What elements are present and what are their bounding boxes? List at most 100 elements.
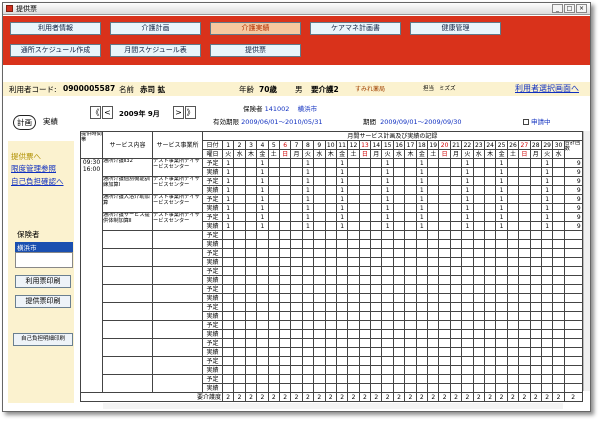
- day-cell[interactable]: [392, 365, 406, 375]
- day-cell[interactable]: [381, 374, 394, 384]
- day-cell[interactable]: [221, 257, 235, 267]
- day-cell[interactable]: [313, 185, 326, 195]
- day-cell[interactable]: [335, 275, 349, 285]
- day-cell[interactable]: [449, 374, 463, 384]
- menu-health[interactable]: 健康管理: [410, 22, 501, 35]
- day-cell[interactable]: [552, 320, 565, 330]
- day-cell[interactable]: [358, 338, 372, 348]
- day-cell[interactable]: [540, 275, 554, 285]
- day-cell[interactable]: 1: [461, 221, 474, 231]
- day-cell[interactable]: [540, 383, 554, 393]
- day-cell[interactable]: [495, 257, 508, 267]
- day-cell[interactable]: 1: [461, 203, 474, 213]
- day-cell[interactable]: [495, 383, 508, 393]
- day-cell[interactable]: [358, 257, 372, 267]
- day-cell[interactable]: [335, 302, 349, 312]
- day-cell[interactable]: [506, 284, 520, 294]
- provider-cell[interactable]: テスト事業所デイサービスセンター: [152, 176, 203, 195]
- day-cell[interactable]: [313, 266, 326, 276]
- day-cell[interactable]: [244, 275, 258, 285]
- insurer-select[interactable]: 横浜市: [15, 242, 73, 252]
- day-cell[interactable]: [404, 383, 417, 393]
- day-cell[interactable]: [221, 311, 235, 321]
- day-cell[interactable]: [244, 221, 258, 231]
- day-cell[interactable]: [233, 383, 246, 393]
- day-cell[interactable]: 1: [335, 185, 349, 195]
- day-cell[interactable]: [427, 176, 440, 186]
- menu-care-plan[interactable]: 介護計画: [110, 22, 201, 35]
- day-cell[interactable]: [267, 365, 280, 375]
- day-cell[interactable]: [404, 185, 417, 195]
- day-cell[interactable]: [335, 374, 349, 384]
- day-cell[interactable]: [472, 347, 486, 357]
- day-cell[interactable]: [278, 275, 292, 285]
- day-cell[interactable]: [301, 356, 315, 366]
- provider-cell[interactable]: テスト事業所デイサービスセンター: [152, 212, 203, 231]
- day-cell[interactable]: [278, 374, 292, 384]
- day-cell[interactable]: [301, 383, 315, 393]
- day-cell[interactable]: [427, 275, 440, 285]
- day-cell[interactable]: [221, 284, 235, 294]
- day-cell[interactable]: [483, 158, 497, 168]
- day-cell[interactable]: [461, 311, 474, 321]
- day-cell[interactable]: [529, 275, 542, 285]
- day-cell[interactable]: [233, 230, 246, 240]
- day-cell[interactable]: [358, 248, 372, 258]
- day-cell[interactable]: [313, 311, 326, 321]
- day-cell[interactable]: [495, 302, 508, 312]
- day-cell[interactable]: [540, 365, 554, 375]
- day-cell[interactable]: 1: [495, 194, 508, 204]
- provider-cell[interactable]: [152, 338, 203, 357]
- day-cell[interactable]: 1: [256, 185, 269, 195]
- day-cell[interactable]: [370, 275, 383, 285]
- day-cell[interactable]: [540, 320, 554, 330]
- day-cell[interactable]: [415, 365, 429, 375]
- day-cell[interactable]: [427, 167, 440, 177]
- day-cell[interactable]: [438, 176, 451, 186]
- day-cell[interactable]: 1: [540, 167, 554, 177]
- day-cell[interactable]: 1: [461, 158, 474, 168]
- day-cell[interactable]: [461, 230, 474, 240]
- table-row[interactable]: 予定: [81, 320, 583, 339]
- day-cell[interactable]: [552, 302, 565, 312]
- day-cell[interactable]: [427, 221, 440, 231]
- provider-cell[interactable]: テスト事業所デイサービスセンター: [152, 158, 203, 177]
- day-cell[interactable]: [529, 311, 542, 321]
- day-cell[interactable]: [301, 365, 315, 375]
- day-cell[interactable]: [518, 185, 531, 195]
- day-cell[interactable]: 1: [381, 203, 394, 213]
- day-cell[interactable]: [347, 248, 360, 258]
- next-month-button[interactable]: >: [173, 106, 184, 119]
- day-cell[interactable]: [449, 293, 463, 303]
- day-cell[interactable]: [415, 374, 429, 384]
- day-cell[interactable]: [472, 320, 486, 330]
- day-cell[interactable]: [415, 293, 429, 303]
- day-cell[interactable]: [552, 383, 565, 393]
- day-cell[interactable]: [335, 356, 349, 366]
- day-cell[interactable]: [335, 284, 349, 294]
- day-cell[interactable]: [506, 329, 520, 339]
- day-cell[interactable]: [552, 311, 565, 321]
- day-cell[interactable]: [392, 329, 406, 339]
- day-cell[interactable]: [392, 158, 406, 168]
- day-cell[interactable]: [221, 302, 235, 312]
- day-cell[interactable]: [278, 239, 292, 249]
- day-cell[interactable]: [358, 302, 372, 312]
- day-cell[interactable]: [506, 365, 520, 375]
- day-cell[interactable]: [233, 311, 246, 321]
- day-cell[interactable]: [313, 347, 326, 357]
- day-cell[interactable]: [438, 266, 451, 276]
- day-cell[interactable]: [358, 374, 372, 384]
- day-cell[interactable]: [540, 302, 554, 312]
- day-cell[interactable]: 1: [415, 185, 429, 195]
- day-cell[interactable]: [483, 257, 497, 267]
- day-cell[interactable]: [438, 383, 451, 393]
- day-cell[interactable]: [278, 257, 292, 267]
- day-cell[interactable]: [518, 329, 531, 339]
- day-cell[interactable]: [370, 383, 383, 393]
- day-cell[interactable]: [483, 167, 497, 177]
- day-cell[interactable]: [449, 329, 463, 339]
- day-cell[interactable]: [324, 167, 337, 177]
- day-cell[interactable]: [540, 239, 554, 249]
- day-cell[interactable]: [267, 356, 280, 366]
